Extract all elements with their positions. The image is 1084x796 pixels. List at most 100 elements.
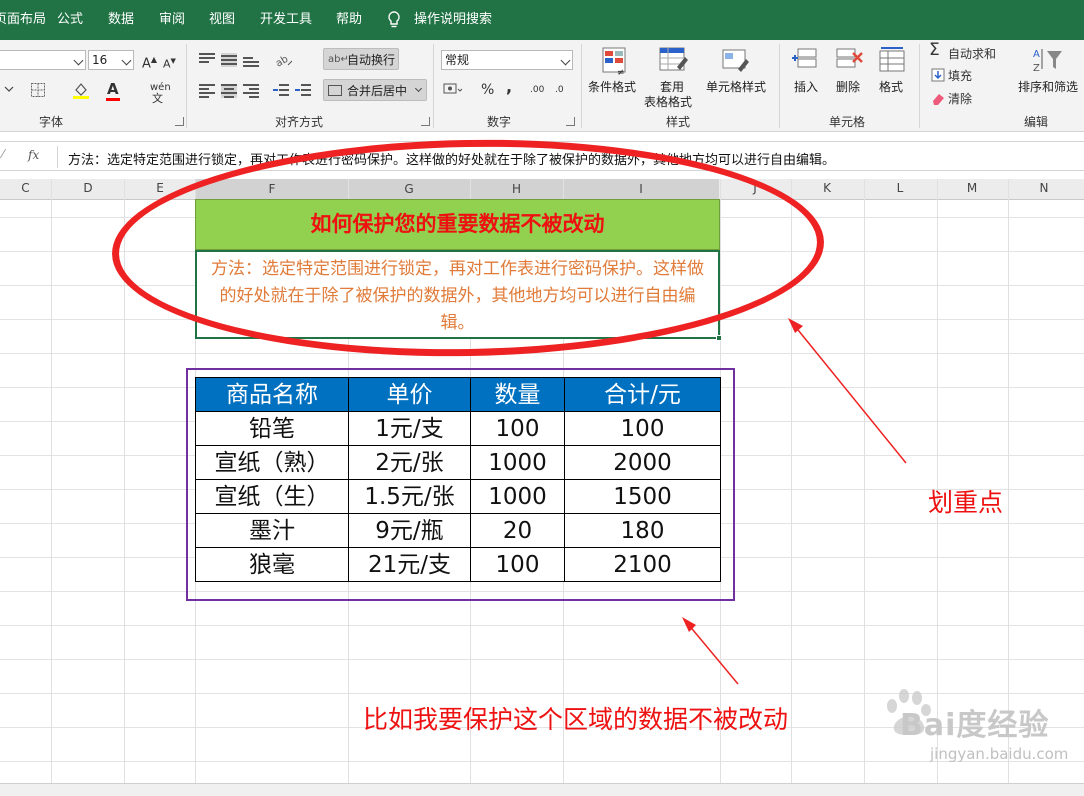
delete-label[interactable]: 删除 [836,80,860,95]
conditional-formatting-icon[interactable]: ≠ [600,45,632,77]
format-as-table-label-2[interactable]: 表格格式 [644,95,692,110]
insert-cells-icon[interactable] [790,45,822,77]
align-left-icon[interactable] [199,84,215,98]
fill-icon[interactable] [931,68,945,82]
font-size-dropdown[interactable]: 16 [88,50,134,70]
protect-annotation: 比如我要保护这个区域的数据不被改动 [363,705,789,734]
format-as-table-icon[interactable] [657,45,689,77]
lightbulb-icon [388,11,400,28]
number-format-value: 常规 [445,53,470,67]
autosum-icon[interactable]: Σ [929,42,940,59]
align-top-icon[interactable] [199,53,215,67]
grow-font-button[interactable]: A▲ [142,52,157,72]
dropdown-arrow-icon[interactable] [2,82,16,96]
horizontal-scrollbar[interactable] [0,783,1084,796]
insert-function-icon[interactable]: fx [28,148,39,162]
tab-data[interactable]: 数据 [108,11,134,29]
increase-indent-icon[interactable] [295,84,311,98]
cell-styles-label[interactable]: 单元格样式 [706,80,766,95]
eraser-icon[interactable] [931,91,945,105]
align-middle-icon[interactable] [221,53,237,67]
ribbon-tab-bar: 页面布局 公式 数据 审阅 视图 开发工具 帮助 操作说明搜索 [0,0,1084,40]
fill-label[interactable]: 填充 [948,68,972,84]
tab-view[interactable]: 视图 [209,11,235,29]
conditional-formatting-label[interactable]: 条件格式 [588,80,636,95]
sort-filter-icon[interactable]: AZ [1032,45,1064,77]
align-right-icon[interactable] [243,84,259,98]
font-size-value: 16 [92,53,108,67]
styles-group-label: 样式 [666,115,691,129]
svg-text:A: A [1033,49,1040,60]
group-separator [581,44,582,128]
align-bottom-icon[interactable] [243,53,259,67]
table-highlight-frame [186,368,735,601]
watermark-brand: Bai度经验 [900,708,1050,743]
insert-label[interactable]: 插入 [794,80,818,95]
group-separator [186,44,187,128]
tab-formulas[interactable]: 公式 [57,11,83,29]
increase-decimal-button[interactable]: .00 [530,82,544,98]
tell-me-search[interactable]: 操作说明搜索 [414,11,492,29]
font-group-label: 字体 [39,115,64,129]
highlight-annotation: 划重点 [928,488,1004,517]
group-separator [779,44,780,128]
column-header-n[interactable]: N [1008,181,1080,195]
cell-styles-icon[interactable] [720,45,752,77]
decrease-decimal-button[interactable]: .0 [555,82,564,98]
tab-developer[interactable]: 开发工具 [260,11,312,29]
formula-bar-separator [57,146,58,168]
merge-center-button[interactable]: 合并后居中 [323,79,427,101]
orientation-icon[interactable]: ab [274,51,294,69]
decrease-indent-icon[interactable] [273,84,289,98]
sort-filter-label[interactable]: 排序和筛选 [1018,80,1078,95]
svg-text:≠: ≠ [617,68,625,77]
group-separator [919,44,920,128]
tab-review[interactable]: 审阅 [159,11,185,29]
gridline [864,179,865,783]
font-name-dropdown[interactable] [0,50,86,70]
wrap-text-button[interactable]: ab↵ 自动换行 [323,48,399,70]
font-color-label: A [107,80,119,98]
collapse-icon[interactable]: ⁄ [2,147,4,161]
font-dialog-launcher[interactable] [175,117,184,126]
clear-label[interactable]: 清除 [948,91,972,107]
accounting-format-icon[interactable] [443,82,463,98]
svg-text:Z: Z [1033,63,1040,74]
shrink-font-button[interactable]: A▼ [163,53,176,73]
tab-help[interactable]: 帮助 [336,11,362,29]
svg-text:ab: ab [274,54,290,69]
autosum-label[interactable]: 自动求和 [948,46,996,62]
delete-cells-icon[interactable] [833,45,865,77]
borders-icon[interactable] [30,82,46,98]
tab-page-layout[interactable]: 页面布局 [0,11,46,29]
shrink-font-label: A [163,57,171,71]
column-header-d[interactable]: D [52,181,124,195]
wrap-text-label: 自动换行 [347,53,396,67]
number-dialog-launcher[interactable] [566,117,575,126]
ribbon: 16 A▲ A▼ A wén 文 字体 ab ab↵ 自动换行 合并后居中 对齐… [0,40,1084,132]
column-header-m[interactable]: M [937,181,1007,195]
align-center-icon[interactable] [221,84,237,98]
number-format-dropdown[interactable]: 常规 [441,50,573,70]
group-separator [433,44,434,128]
format-label[interactable]: 格式 [879,80,903,95]
format-cells-icon[interactable] [876,45,908,77]
fill-handle[interactable] [716,335,722,341]
wen-glyph-icon: 文 [152,92,163,105]
wrap-text-icon: ab↵ [328,54,349,65]
alignment-group-label: 对齐方式 [275,115,324,129]
fill-color-icon[interactable] [72,81,90,99]
number-group-label: 数字 [487,115,512,129]
alignment-dialog-launcher[interactable] [421,117,430,126]
merge-center-label: 合并后居中 [347,84,408,98]
grow-font-label: A [142,56,151,72]
font-color-button[interactable]: A [107,81,119,97]
column-header-c[interactable]: C [0,181,51,195]
column-header-k[interactable]: K [791,181,863,195]
merge-center-icon [328,85,342,96]
column-header-l[interactable]: L [864,181,936,195]
percent-style-button[interactable]: % [481,82,494,98]
editing-group-label: 编辑 [1024,115,1049,129]
format-as-table-label-1[interactable]: 套用 [660,80,684,95]
comma-style-button[interactable]: , [506,79,512,95]
